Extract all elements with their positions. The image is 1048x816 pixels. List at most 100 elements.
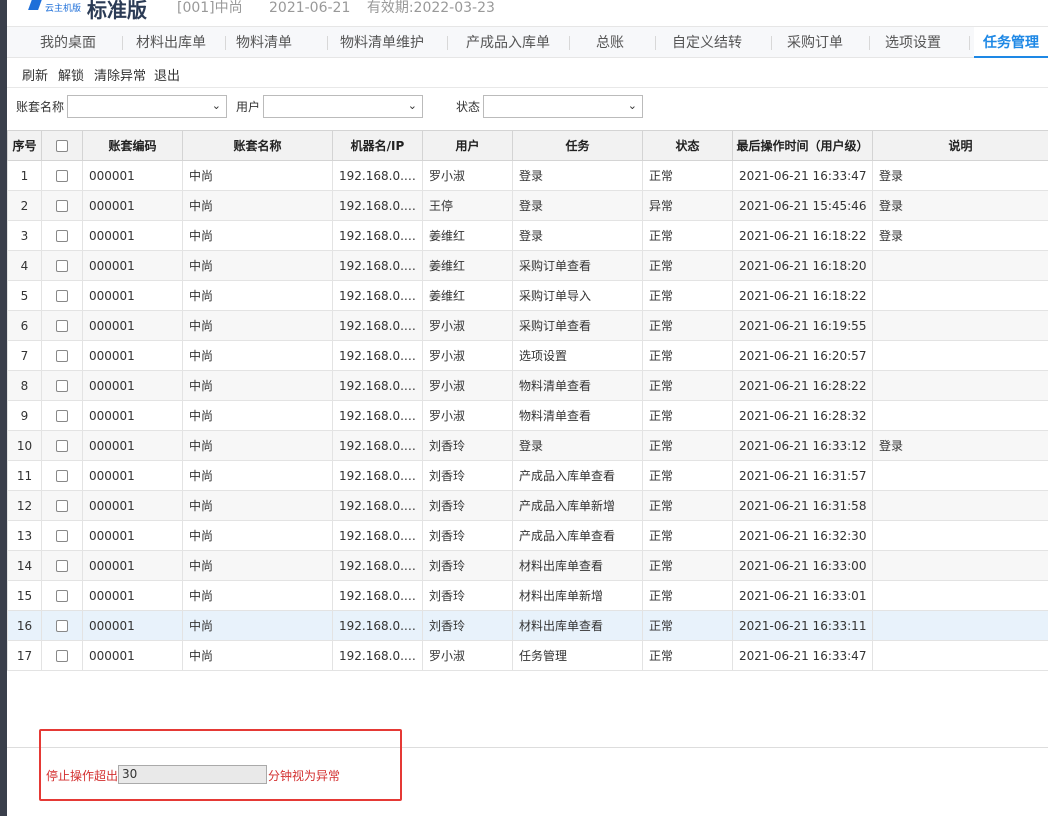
row-select-checkbox[interactable]: [56, 200, 68, 212]
row-checkbox[interactable]: [41, 220, 83, 251]
table-row[interactable]: 11 000001 中尚 192.168.0.… 刘香玲 产成品入库单查看 正常 2021-0…: [7, 460, 1048, 491]
row-index: 5: [7, 280, 42, 311]
table-row[interactable]: 10 000001 中尚 192.168.0.… 刘香玲 登录 正常 2021-06-21 1…: [7, 430, 1048, 461]
select-all-checkbox[interactable]: [56, 140, 68, 152]
status-cell: 正常: [642, 340, 733, 371]
account-name-cell: 中尚: [182, 580, 333, 611]
col-header-status[interactable]: 状态: [642, 130, 733, 161]
task-cell: 产成品入库单查看: [512, 460, 643, 491]
account-name-select[interactable]: ⌄: [67, 95, 227, 118]
machine-ip-cell: 192.168.0.…: [332, 550, 423, 581]
col-header-machine-ip[interactable]: 机器名/IP: [332, 130, 423, 161]
refresh-button[interactable]: 刷新: [22, 65, 48, 84]
clear-exception-button[interactable]: 清除异常: [94, 65, 146, 84]
account-code-cell: 000001: [82, 160, 183, 191]
row-checkbox[interactable]: [41, 550, 83, 581]
table-row[interactable]: 3 000001 中尚 192.168.0.… 姜维红 登录 正常 2021-06-21 16…: [7, 220, 1048, 251]
row-checkbox[interactable]: [41, 460, 83, 491]
row-checkbox[interactable]: [41, 250, 83, 281]
status-cell: 正常: [642, 610, 733, 641]
exit-button[interactable]: 退出: [154, 65, 180, 84]
user-cell: 罗小淑: [422, 160, 513, 191]
row-checkbox[interactable]: [41, 340, 83, 371]
row-checkbox[interactable]: [41, 280, 83, 311]
table-row[interactable]: 12 000001 中尚 192.168.0.… 刘香玲 产成品入库单新增 正常 2021-0…: [7, 490, 1048, 521]
row-select-checkbox[interactable]: [56, 650, 68, 662]
col-header-note[interactable]: 说明: [872, 130, 1048, 161]
row-checkbox[interactable]: [41, 160, 83, 191]
row-select-checkbox[interactable]: [56, 320, 68, 332]
account-name-cell: 中尚: [182, 640, 333, 671]
row-checkbox[interactable]: [41, 400, 83, 431]
timeout-minutes-input[interactable]: 30: [118, 765, 267, 784]
account-name-cell: 中尚: [182, 310, 333, 341]
table-row[interactable]: 2 000001 中尚 192.168.0.… 王停 登录 异常 2021-06-21 15:…: [7, 190, 1048, 221]
table-row[interactable]: 16 000001 中尚 192.168.0.… 刘香玲 材料出库单查看 正常 2021-06…: [7, 610, 1048, 641]
table-row[interactable]: 1 000001 中尚 192.168.0.… 罗小淑 登录 正常 2021-06-21 16…: [7, 160, 1048, 191]
col-header-user[interactable]: 用户: [422, 130, 513, 161]
tab-purchase-order[interactable]: 采购订单: [773, 27, 857, 58]
tab-bom[interactable]: 物料清单: [225, 27, 303, 58]
note-cell: [872, 310, 1048, 341]
row-select-checkbox[interactable]: [56, 230, 68, 242]
col-header-account-name[interactable]: 账套名称: [182, 130, 333, 161]
table-row[interactable]: 4 000001 中尚 192.168.0.… 姜维红 采购订单查看 正常 2021-06-2…: [7, 250, 1048, 281]
row-select-checkbox[interactable]: [56, 260, 68, 272]
status-select[interactable]: ⌄: [483, 95, 643, 118]
status-cell: 正常: [642, 430, 733, 461]
row-checkbox[interactable]: [41, 640, 83, 671]
table-row[interactable]: 5 000001 中尚 192.168.0.… 姜维红 采购订单导入 正常 2021-06-2…: [7, 280, 1048, 311]
status-cell: 正常: [642, 400, 733, 431]
row-select-checkbox[interactable]: [56, 530, 68, 542]
row-select-checkbox[interactable]: [56, 590, 68, 602]
tab-custom-transfer[interactable]: 自定义结转: [659, 27, 755, 58]
row-checkbox[interactable]: [41, 610, 83, 641]
col-header-task[interactable]: 任务: [512, 130, 643, 161]
last-op-time-cell: 2021-06-21 15:45:46: [732, 190, 873, 221]
task-cell: 材料出库单查看: [512, 550, 643, 581]
tab-task-management[interactable]: 任务管理: [974, 27, 1048, 58]
row-select-checkbox[interactable]: [56, 170, 68, 182]
col-header-select[interactable]: [41, 130, 83, 161]
col-header-last-op-time[interactable]: 最后操作时间（用户级）: [732, 130, 873, 161]
tab-options[interactable]: 选项设置: [871, 27, 955, 58]
col-header-index[interactable]: 序号: [7, 130, 42, 161]
row-select-checkbox[interactable]: [56, 560, 68, 572]
unlock-button[interactable]: 解锁: [58, 65, 84, 84]
row-select-checkbox[interactable]: [56, 470, 68, 482]
row-checkbox[interactable]: [41, 520, 83, 551]
tab-bom-maintenance[interactable]: 物料清单维护: [327, 27, 437, 58]
table-row[interactable]: 15 000001 中尚 192.168.0.… 刘香玲 材料出库单新增 正常 2021-06…: [7, 580, 1048, 611]
table-row[interactable]: 8 000001 中尚 192.168.0.… 罗小淑 物料清单查看 正常 2021-06-2…: [7, 370, 1048, 401]
table-row[interactable]: 9 000001 中尚 192.168.0.… 罗小淑 物料清单查看 正常 2021-06-2…: [7, 400, 1048, 431]
tab-product-inbound[interactable]: 产成品入库单: [452, 27, 564, 58]
row-checkbox[interactable]: [41, 370, 83, 401]
tab-my-desktop[interactable]: 我的桌面: [19, 27, 117, 58]
row-checkbox[interactable]: [41, 190, 83, 221]
row-select-checkbox[interactable]: [56, 440, 68, 452]
row-select-checkbox[interactable]: [56, 350, 68, 362]
table-row[interactable]: 6 000001 中尚 192.168.0.… 罗小淑 采购订单查看 正常 2021-06-2…: [7, 310, 1048, 341]
user-cell: 刘香玲: [422, 460, 513, 491]
row-select-checkbox[interactable]: [56, 410, 68, 422]
table-row[interactable]: 17 000001 中尚 192.168.0.… 罗小淑 任务管理 正常 2021-06-21…: [7, 640, 1048, 671]
last-op-time-cell: 2021-06-21 16:33:12: [732, 430, 873, 461]
app-header: 云主机版 标准版 [001]中尚 2021-06-21 有效期:2022-03-…: [7, 0, 1048, 26]
user-select[interactable]: ⌄: [263, 95, 423, 118]
row-select-checkbox[interactable]: [56, 620, 68, 632]
row-select-checkbox[interactable]: [56, 500, 68, 512]
account-name-label: 账套名称: [16, 100, 65, 114]
row-checkbox[interactable]: [41, 430, 83, 461]
row-checkbox[interactable]: [41, 310, 83, 341]
tab-general-ledger[interactable]: 总账: [575, 27, 645, 58]
note-cell: [872, 610, 1048, 641]
row-checkbox[interactable]: [41, 490, 83, 521]
table-row[interactable]: 13 000001 中尚 192.168.0.… 刘香玲 产成品入库单查看 正常 2021-0…: [7, 520, 1048, 551]
row-select-checkbox[interactable]: [56, 380, 68, 392]
table-row[interactable]: 7 000001 中尚 192.168.0.… 罗小淑 选项设置 正常 2021-06-21 …: [7, 340, 1048, 371]
row-select-checkbox[interactable]: [56, 290, 68, 302]
tab-material-outbound[interactable]: 材料出库单: [122, 27, 220, 58]
table-row[interactable]: 14 000001 中尚 192.168.0.… 刘香玲 材料出库单查看 正常 2021-06…: [7, 550, 1048, 581]
col-header-account-code[interactable]: 账套编码: [82, 130, 183, 161]
row-checkbox[interactable]: [41, 580, 83, 611]
